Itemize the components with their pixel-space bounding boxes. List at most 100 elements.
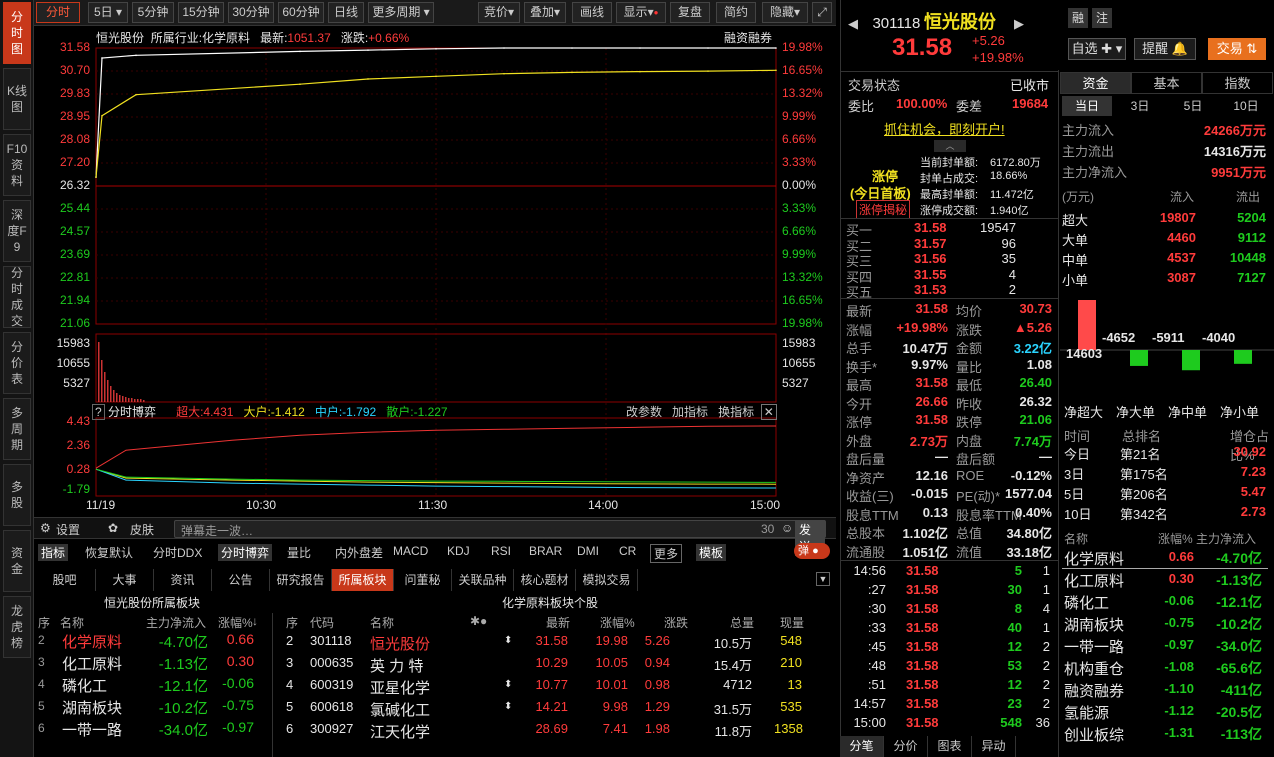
open-account-link[interactable]: 抓住机会，即刻开户! <box>884 119 1005 138</box>
period-30min[interactable]: 30分钟 <box>228 2 274 23</box>
sector-list-name[interactable]: 化工原料 <box>1064 570 1124 591</box>
indicator-tab[interactable]: RSI <box>488 544 514 558</box>
danmu-input[interactable]: 弹幕走一波… 30 ☺ 发送 <box>174 520 826 556</box>
info-tab[interactable]: 研究报告 <box>270 569 332 591</box>
settings-icon[interactable]: ⚙ <box>40 521 51 535</box>
tick-tab[interactable]: 图表 <box>928 736 972 757</box>
draw-button[interactable]: 画线 <box>572 2 612 23</box>
indicator-tab[interactable]: 更多 <box>650 544 683 563</box>
display-button[interactable]: 显示▾● <box>616 2 666 23</box>
sector-list-name[interactable]: 融资融券 <box>1064 680 1124 701</box>
tab-fund[interactable]: 资金 <box>3 530 31 592</box>
tab-lhb[interactable]: 龙虎榜 <box>3 596 31 658</box>
fund-period[interactable]: 3日 <box>1115 96 1165 116</box>
info-tab[interactable]: 所属板块 <box>332 569 394 591</box>
danmu-toggle[interactable]: 弹 ● <box>794 543 830 559</box>
emoji-icon[interactable]: ☺ <box>781 521 793 535</box>
tab-f10[interactable]: F10资料 <box>3 134 31 196</box>
watchlist-button[interactable]: 自选 ✚ ▾ <box>1068 38 1126 60</box>
period-60min[interactable]: 60分钟 <box>278 2 324 23</box>
sector-name[interactable]: 湖南板块 <box>62 697 122 718</box>
stock-cell[interactable]: 氯碱化工 <box>370 699 430 720</box>
period-15min[interactable]: 15分钟 <box>178 2 224 23</box>
tick-tab[interactable]: 异动 <box>972 736 1016 757</box>
fund-tab[interactable]: 指数 <box>1202 72 1273 94</box>
fullscreen-icon[interactable]: ⤢ <box>812 2 832 23</box>
info-tab[interactable]: 核心题材 <box>514 569 576 591</box>
tab-price-table[interactable]: 分价表 <box>3 332 31 394</box>
sector-list-name[interactable]: 磷化工 <box>1064 592 1109 613</box>
fund-tab[interactable]: 基本 <box>1131 72 1202 94</box>
tab-depth[interactable]: 深度F9 <box>3 200 31 262</box>
info-tab[interactable]: 关联品种 <box>452 569 514 591</box>
tick-tab[interactable]: 分笔 <box>840 736 884 757</box>
skin-icon[interactable]: ✿ <box>108 521 118 535</box>
info-tab[interactable]: 公告 <box>212 569 270 591</box>
tab-multi-stock[interactable]: 多股 <box>3 464 31 526</box>
info-tab[interactable]: 股吧 <box>34 569 96 591</box>
note-badge[interactable]: 注 <box>1092 8 1112 28</box>
fund-period[interactable]: 5日 <box>1168 96 1218 116</box>
indicator-tab[interactable]: 量比 <box>284 544 314 561</box>
trade-button[interactable]: 交易 ⇅ <box>1208 38 1266 60</box>
tab-ticks[interactable]: 分时成交 <box>3 266 31 328</box>
stock-cell[interactable]: 英 力 特 <box>370 655 423 676</box>
overlay-button[interactable]: 叠加▾ <box>524 2 566 23</box>
info-tab[interactable]: 问董秘 <box>394 569 452 591</box>
indicator-tab[interactable]: CR <box>616 544 639 558</box>
sector-name[interactable]: 化工原料 <box>62 653 122 674</box>
sector-name[interactable]: 化学原料 <box>62 631 122 652</box>
replay-button[interactable]: 复盘 <box>670 2 710 23</box>
info-tab[interactable]: 模拟交易 <box>576 569 638 591</box>
period-day[interactable]: 日线 <box>328 2 364 23</box>
settings-label[interactable]: 设置 <box>56 521 80 538</box>
sector-list-name[interactable]: 机构重仓 <box>1064 658 1124 679</box>
tab-fenshi[interactable]: 分时图 <box>3 2 31 64</box>
sector-list-name[interactable]: 湖南板块 <box>1064 614 1124 635</box>
sector-name[interactable]: 一带一路 <box>62 719 122 740</box>
indicator-tab[interactable]: 模板 <box>696 544 727 561</box>
tick-tab[interactable]: 分价 <box>884 736 928 757</box>
sector-list-name[interactable]: 一带一路 <box>1064 636 1124 657</box>
stock-cell[interactable]: 亚星化学 <box>370 677 430 698</box>
indicator-tab[interactable]: MACD <box>390 544 431 558</box>
tab-kline[interactable]: K线图 <box>3 68 31 130</box>
sector-list-name[interactable]: 创业板综 <box>1064 724 1124 745</box>
prev-stock-icon[interactable]: ◀ <box>848 16 858 31</box>
stock-cell[interactable]: 恒光股份 <box>370 633 430 654</box>
margin-badge[interactable]: 融 <box>1068 8 1088 28</box>
fund-period[interactable]: 10日 <box>1221 96 1271 116</box>
indicator-tab[interactable]: 恢复默认 <box>82 544 136 561</box>
info-tab[interactable]: 大事 <box>96 569 154 591</box>
tab-multi-period[interactable]: 多周期 <box>3 398 31 460</box>
indicator-tab[interactable]: 指标 <box>38 544 69 561</box>
collapse-icon[interactable]: ▼ <box>816 572 830 586</box>
indicator-tab[interactable]: 内外盘差 <box>332 544 386 561</box>
alert-button[interactable]: 提醒 🔔 <box>1134 38 1196 60</box>
sector-list-name[interactable]: 氢能源 <box>1064 702 1109 723</box>
indicator-tab[interactable]: 分时DDX <box>150 544 205 561</box>
period-fenshi[interactable]: 分时 <box>36 2 80 23</box>
indicator-tab[interactable]: 分时博弈 <box>218 544 273 561</box>
collapse-up-icon[interactable]: ︿ <box>934 140 966 152</box>
period-5min[interactable]: 5分钟 <box>132 2 174 23</box>
skin-label[interactable]: 皮肤 <box>130 521 154 538</box>
help-icon[interactable]: ? <box>92 404 105 420</box>
fund-period[interactable]: 当日 <box>1062 96 1112 116</box>
close-icon[interactable]: ✕ <box>760 404 777 420</box>
switch-indicator-button[interactable]: 换指标 <box>718 405 754 419</box>
sector-name[interactable]: 磷化工 <box>62 675 107 696</box>
intraday-chart[interactable]: 恒光股份 所属行业:化学原料 最新:1051.37 涨跌:+0.66% 融资融券… <box>34 26 836 516</box>
auction-button[interactable]: 竞价▾ <box>478 2 520 23</box>
indicator-tab[interactable]: BRAR <box>526 544 565 558</box>
simple-button[interactable]: 简约 <box>716 2 756 23</box>
indicator-tab[interactable]: KDJ <box>444 544 473 558</box>
info-tab[interactable]: 资讯 <box>154 569 212 591</box>
stock-cell[interactable]: 江天化学 <box>370 721 430 742</box>
sector-list-name[interactable]: 化学原料 <box>1064 548 1124 569</box>
zt-reveal-button[interactable]: 涨停揭秘 <box>856 200 911 219</box>
fund-tab[interactable]: 资金 <box>1060 72 1131 94</box>
indicator-tab[interactable]: DMI <box>574 544 602 558</box>
add-indicator-button[interactable]: 加指标 <box>672 405 708 419</box>
next-stock-icon[interactable]: ▶ <box>1014 16 1024 31</box>
